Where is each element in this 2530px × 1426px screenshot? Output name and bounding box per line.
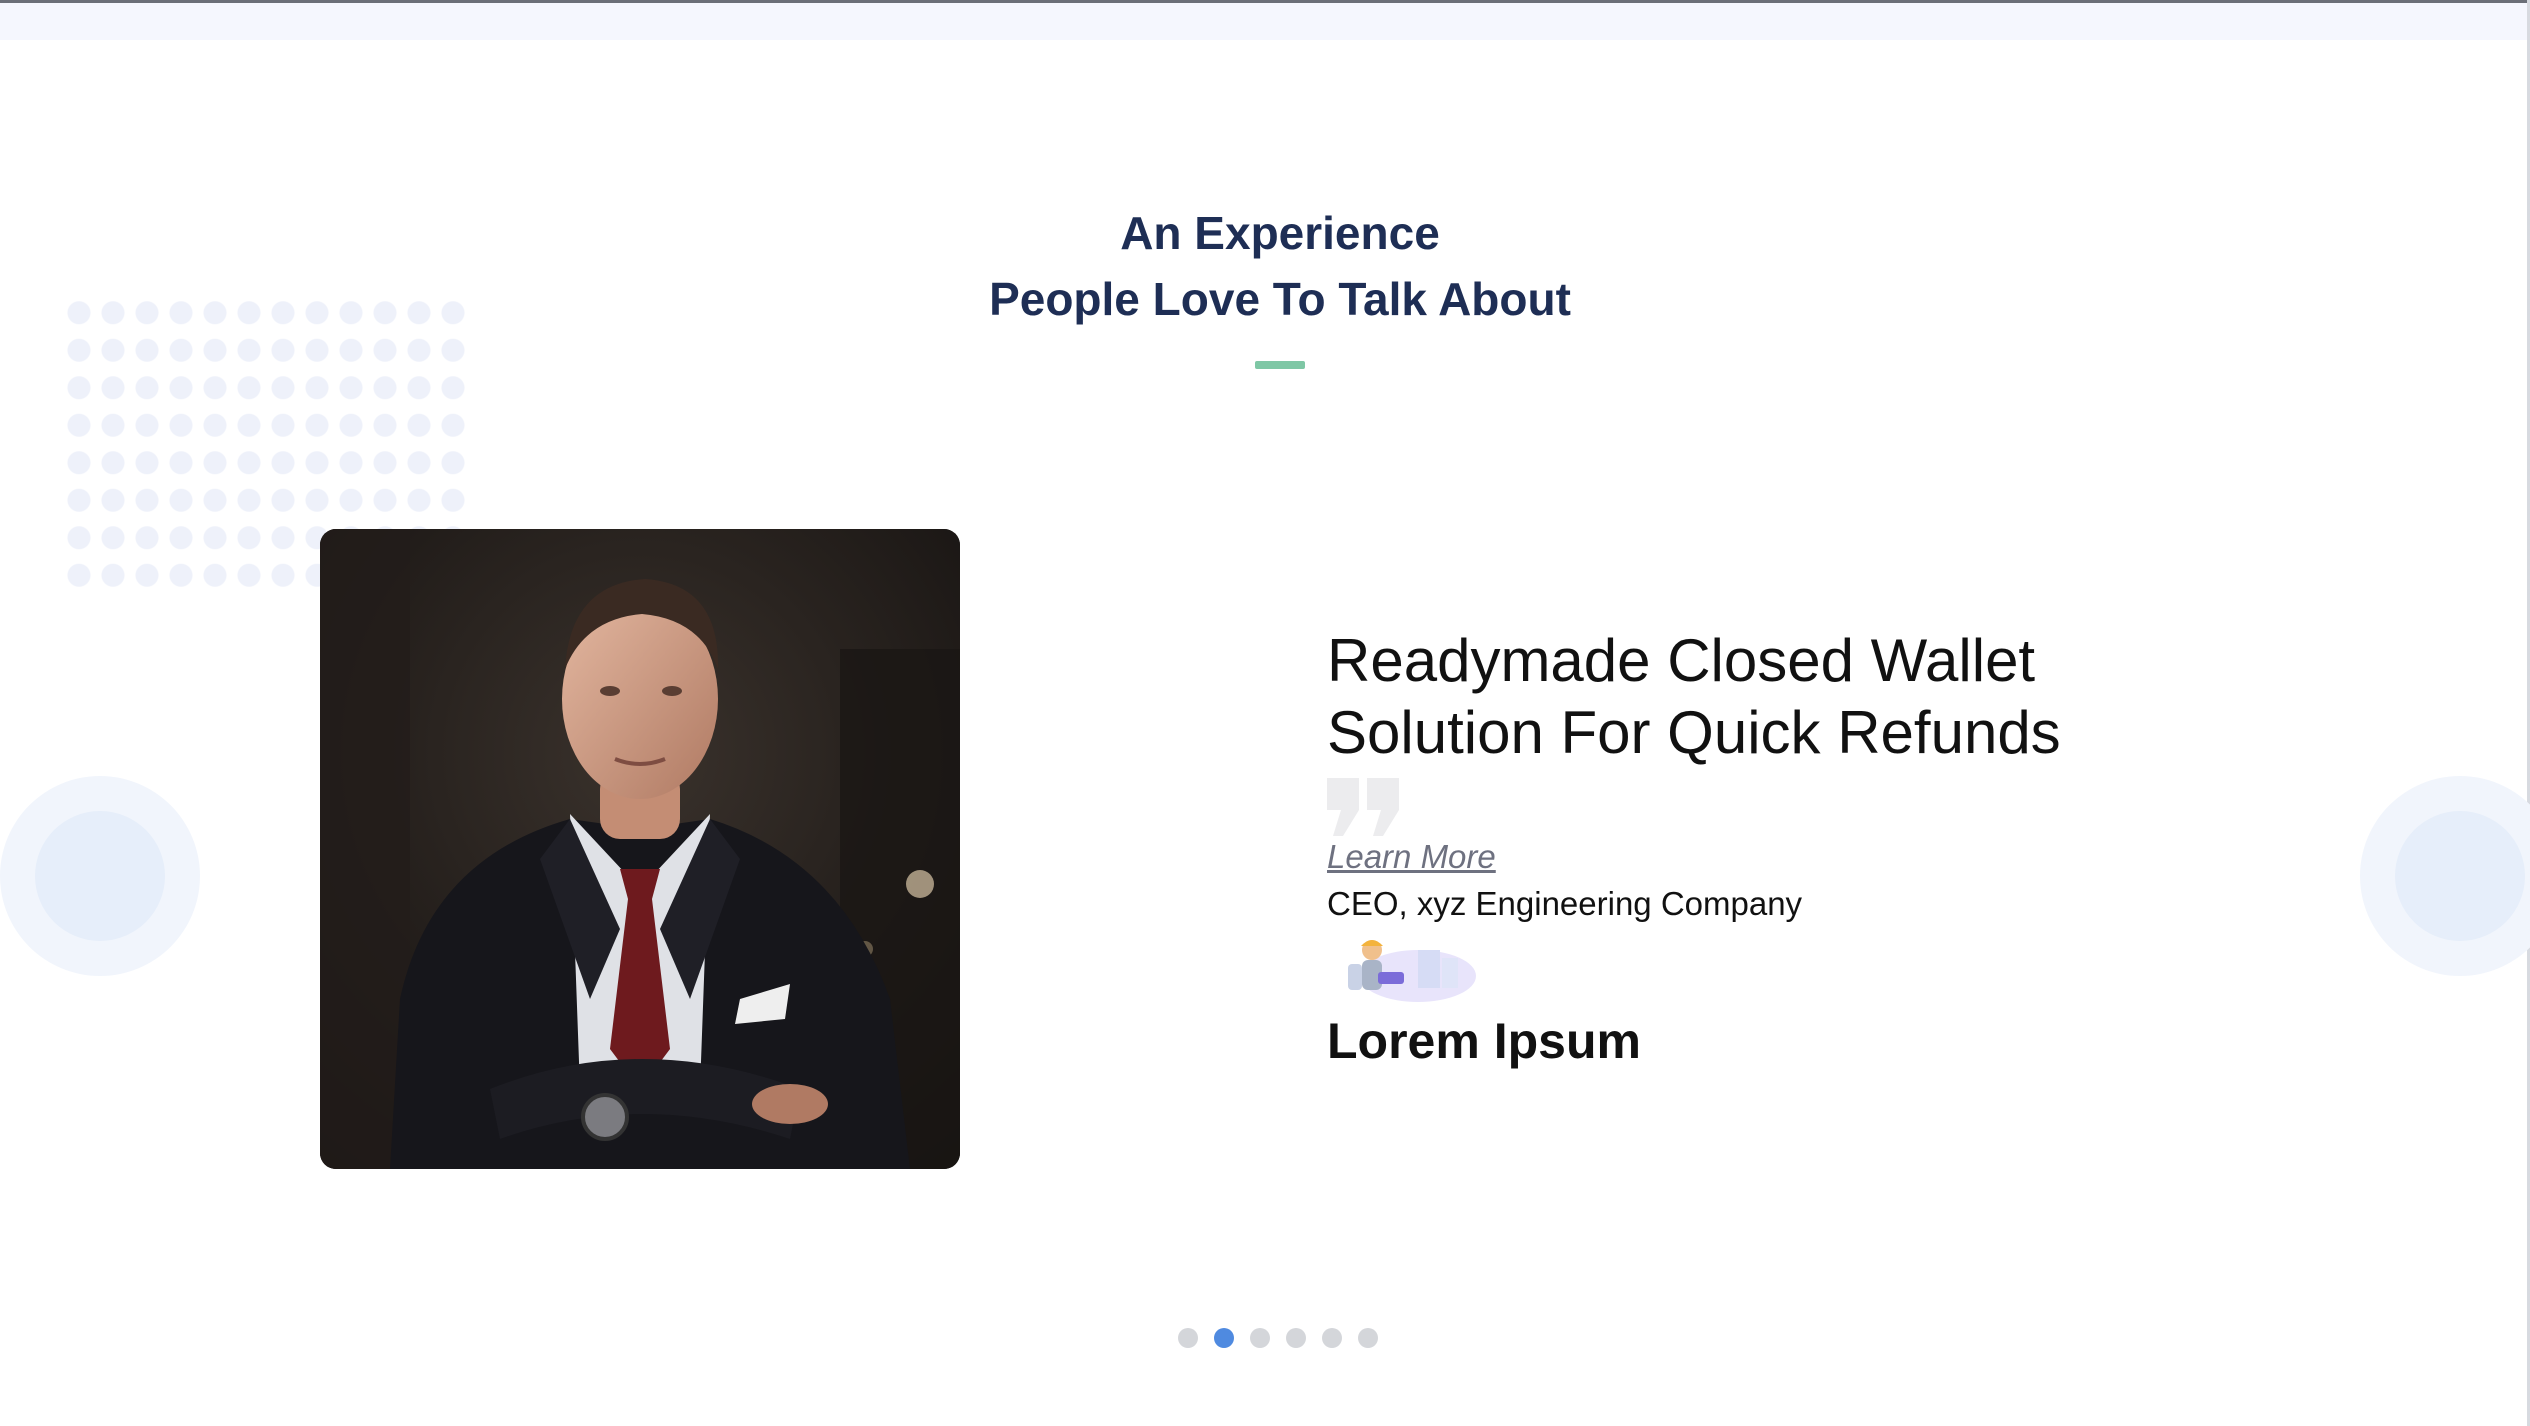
carousel-dot-6[interactable] — [1358, 1328, 1378, 1348]
decorative-circle-left — [0, 776, 200, 976]
slide-title-line-1: Readymade Closed Wallet — [1327, 627, 2036, 694]
decorative-circle-right — [2360, 776, 2530, 976]
carousel-dot-5[interactable] — [1322, 1328, 1342, 1348]
carousel-dot-2[interactable] — [1214, 1328, 1234, 1348]
testimonial-role: CEO, xyz Engineering Company — [1327, 885, 1803, 922]
section-heading: An Experience People Love To Talk About — [0, 200, 2530, 332]
heading-line-1: An Experience — [1120, 207, 1440, 259]
heading-accent-bar — [1255, 361, 1305, 369]
carousel-dot-1[interactable] — [1178, 1328, 1198, 1348]
testimonial-photo — [320, 529, 960, 1169]
carousel-pagination — [1178, 1328, 1378, 1348]
testimonial-name: Lorem Ipsum — [1327, 1013, 1641, 1069]
learn-more-link[interactable]: Learn More — [1327, 838, 1496, 876]
slide-title: Readymade Closed Wallet Solution For Qui… — [1327, 625, 2227, 769]
carousel-dot-4[interactable] — [1286, 1328, 1306, 1348]
slide-title-line-2: Solution For Quick Refunds — [1327, 699, 2061, 766]
top-bar — [0, 0, 2530, 40]
heading-line-2: People Love To Talk About — [989, 273, 1571, 325]
quote-icon — [1327, 778, 1401, 838]
carousel-dot-3[interactable] — [1250, 1328, 1270, 1348]
engineer-illustration — [1338, 932, 1478, 1006]
